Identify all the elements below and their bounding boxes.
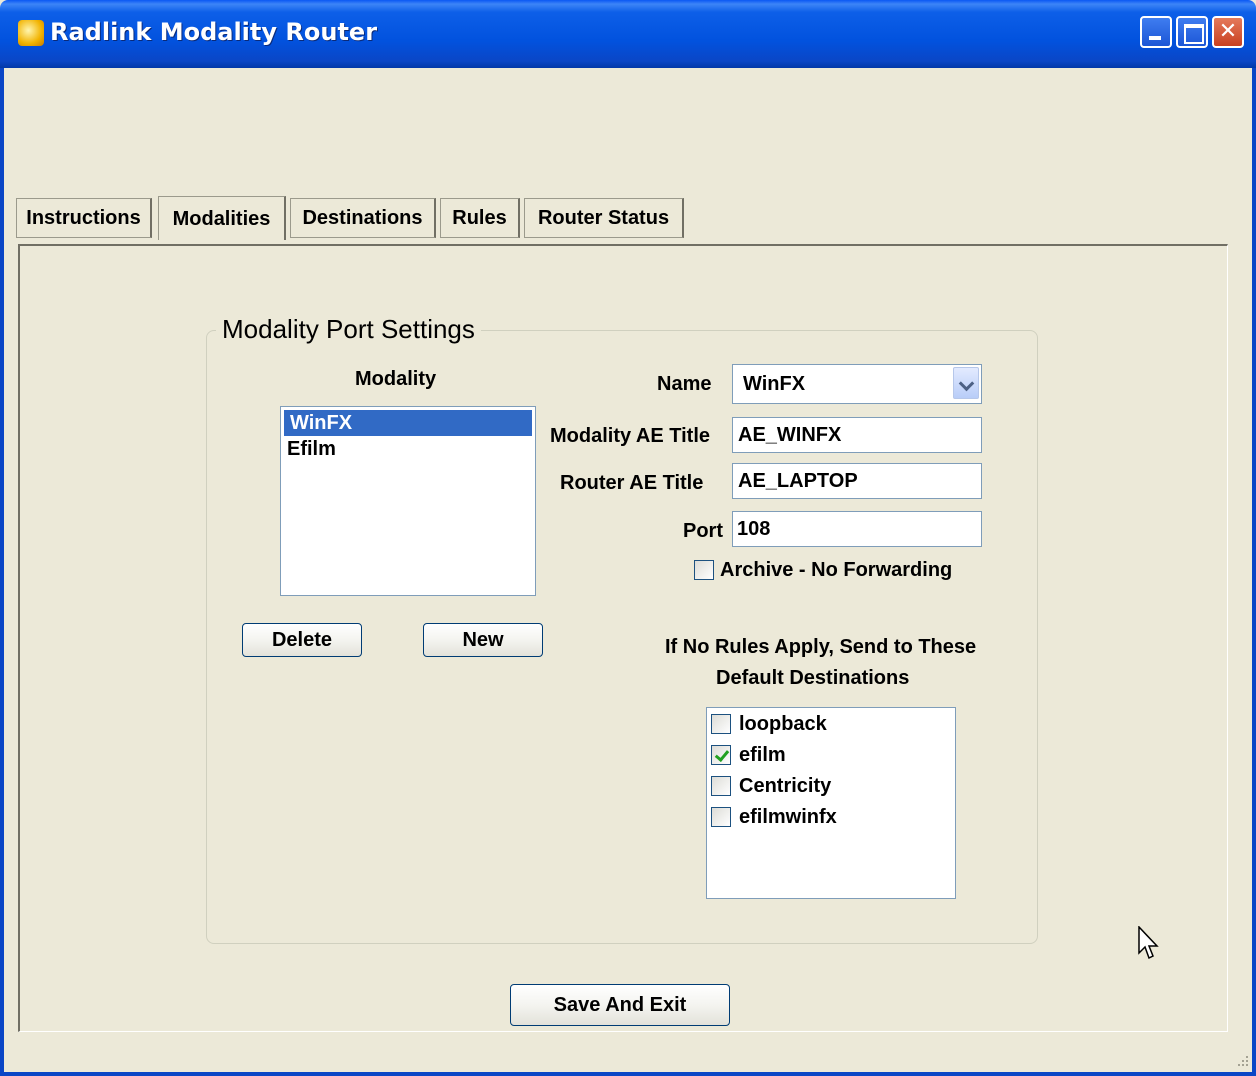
default-destinations-heading-line2: Default Destinations — [716, 667, 910, 689]
port-label: Port — [683, 520, 723, 542]
archive-label: Archive - No Forwarding — [720, 559, 953, 581]
name-select[interactable]: WinFX — [732, 364, 982, 404]
default-destinations-list[interactable]: loopback efilm Centricity efilmwinfx — [706, 707, 956, 899]
new-button[interactable]: New — [423, 623, 543, 657]
router-ae-title-input[interactable]: AE_LAPTOP — [732, 463, 982, 499]
minimize-icon — [1149, 36, 1161, 40]
tab-destinations[interactable]: Destinations — [290, 198, 436, 238]
list-item[interactable]: WinFX — [284, 410, 532, 436]
window-title: Radlink Modality Router — [50, 18, 378, 46]
router-ae-title-label: Router AE Title — [560, 472, 704, 494]
maximize-button[interactable] — [1176, 16, 1208, 48]
checkmark-icon — [714, 746, 730, 763]
destination-label: loopback — [739, 713, 827, 735]
tab-instructions[interactable]: Instructions — [16, 198, 152, 238]
group-title: Modality Port Settings — [216, 314, 481, 345]
destination-label: Centricity — [739, 775, 832, 797]
name-label: Name — [657, 373, 712, 395]
list-item[interactable]: Efilm — [281, 436, 535, 462]
destination-checkbox[interactable] — [711, 807, 731, 827]
resize-grip-icon[interactable] — [1230, 1052, 1250, 1072]
maximize-icon — [1184, 24, 1204, 44]
title-bar[interactable]: Radlink Modality Router ✕ — [0, 0, 1256, 68]
modality-ae-title-input[interactable]: AE_WINFX — [732, 417, 982, 453]
dropdown-button[interactable] — [953, 367, 979, 399]
tab-router-status[interactable]: Router Status — [524, 198, 684, 238]
close-icon: ✕ — [1218, 19, 1238, 44]
tab-modalities[interactable]: Modalities — [158, 196, 286, 240]
tab-rules[interactable]: Rules — [440, 198, 520, 238]
minimize-button[interactable] — [1140, 16, 1172, 48]
port-input[interactable]: 108 — [732, 511, 982, 547]
modality-ae-title-label: Modality AE Title — [550, 425, 711, 447]
modality-list-header: Modality — [355, 368, 437, 390]
mouse-cursor-icon — [1138, 926, 1159, 960]
destination-label: efilmwinfx — [739, 806, 837, 828]
destination-label: efilm — [739, 744, 786, 766]
archive-checkbox[interactable] — [694, 560, 714, 580]
destination-checkbox[interactable] — [711, 714, 731, 734]
destination-checkbox[interactable] — [711, 776, 731, 796]
save-and-exit-button[interactable]: Save And Exit — [510, 984, 730, 1026]
close-button[interactable]: ✕ — [1212, 16, 1244, 48]
delete-button[interactable]: Delete — [242, 623, 362, 657]
name-select-value: WinFX — [743, 373, 806, 395]
app-icon — [18, 20, 44, 46]
default-destinations-heading-line1: If No Rules Apply, Send to These — [665, 636, 977, 658]
modality-listbox[interactable]: WinFX Efilm — [280, 406, 536, 596]
destination-checkbox[interactable] — [711, 745, 731, 765]
chevron-down-icon — [958, 375, 975, 392]
